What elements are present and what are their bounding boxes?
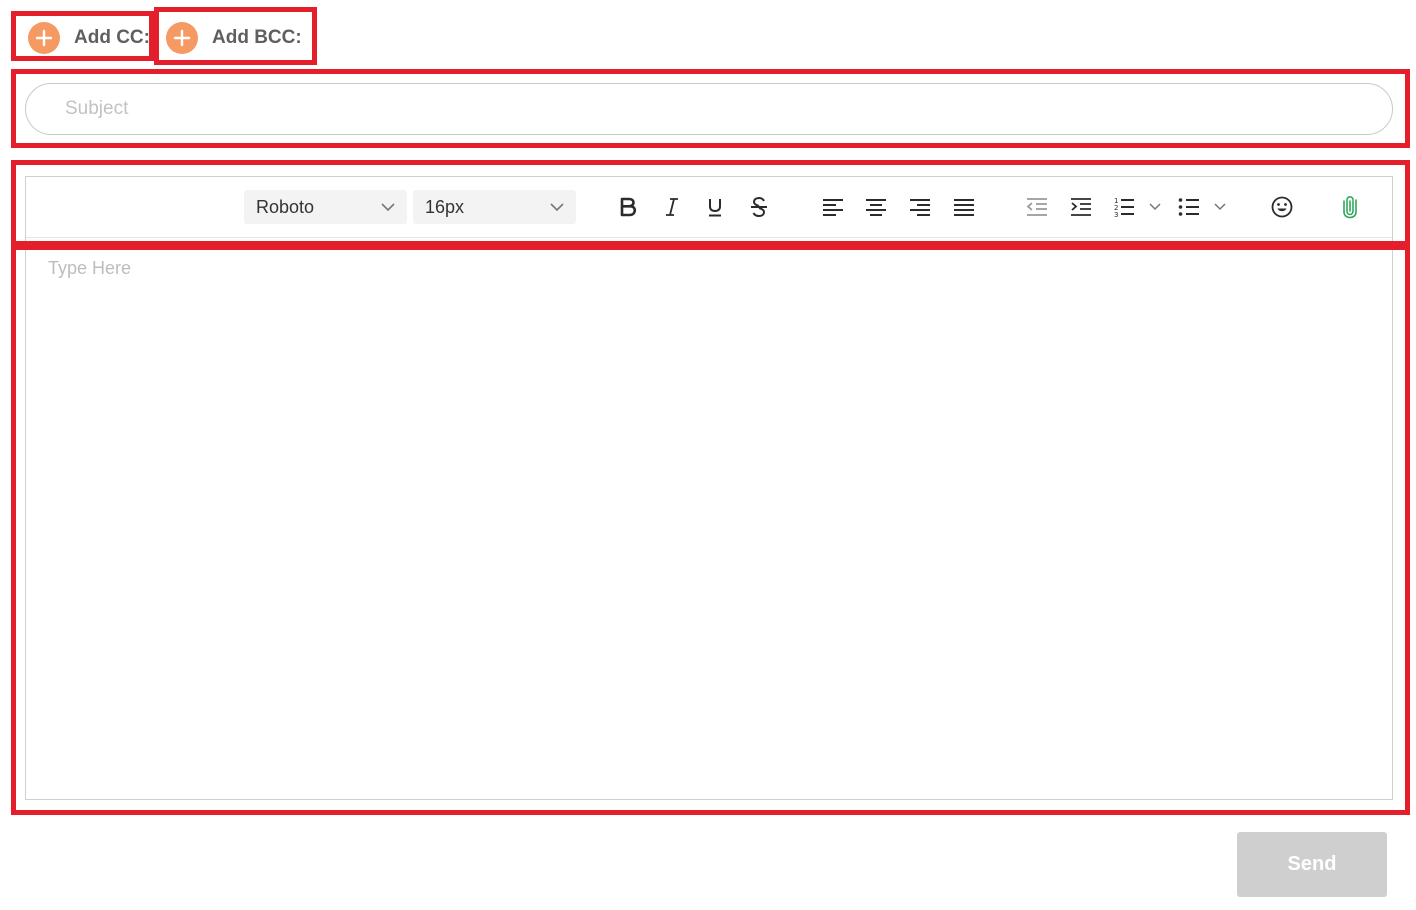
chevron-down-icon — [1214, 203, 1226, 211]
bullet-list-button[interactable] — [1174, 193, 1204, 221]
editor-placeholder: Type Here — [48, 258, 132, 278]
strikethrough-icon — [751, 196, 767, 218]
chevron-down-icon — [550, 202, 564, 211]
ordered-list-dropdown[interactable] — [1143, 193, 1167, 221]
align-center-button[interactable] — [861, 193, 891, 221]
bold-button[interactable] — [613, 193, 643, 221]
font-family-select[interactable]: Roboto — [244, 190, 407, 224]
strikethrough-button[interactable] — [744, 193, 774, 221]
bold-icon — [620, 197, 637, 217]
outdent-button[interactable] — [1022, 193, 1052, 221]
align-justify-button[interactable] — [949, 193, 979, 221]
indent-button[interactable] — [1066, 193, 1096, 221]
toolbar-divider — [26, 237, 1392, 238]
attachment-button[interactable] — [1335, 193, 1365, 221]
emoji-button[interactable] — [1267, 193, 1297, 221]
indent-icon — [1071, 198, 1091, 216]
font-family-value: Roboto — [256, 196, 315, 217]
align-left-icon — [823, 199, 843, 216]
editor-body[interactable]: Type Here — [48, 258, 131, 279]
send-button[interactable]: Send — [1237, 832, 1387, 897]
ordered-list-button[interactable]: 1 2 3 — [1109, 193, 1139, 221]
svg-text:3: 3 — [1114, 211, 1118, 218]
bullet-list-dropdown[interactable] — [1208, 193, 1232, 221]
bullet-list-icon — [1178, 198, 1199, 216]
align-right-icon — [910, 199, 930, 216]
align-left-button[interactable] — [818, 193, 848, 221]
align-justify-icon — [954, 199, 974, 216]
add-bcc-label: Add BCC: — [212, 27, 302, 48]
plus-icon — [166, 22, 198, 54]
smiley-icon — [1271, 196, 1293, 218]
editor-frame — [25, 176, 1393, 800]
add-cc-button[interactable]: Add CC: — [28, 20, 150, 56]
outdent-icon — [1026, 198, 1047, 216]
ordered-list-icon: 1 2 3 — [1114, 197, 1134, 218]
add-bcc-button[interactable]: Add BCC: — [166, 20, 302, 56]
plus-icon — [28, 22, 60, 54]
chevron-down-icon — [381, 202, 395, 211]
underline-button[interactable] — [700, 193, 730, 221]
align-center-icon — [866, 199, 886, 216]
chevron-down-icon — [1149, 203, 1161, 211]
align-right-button[interactable] — [905, 193, 935, 221]
paperclip-icon — [1343, 195, 1357, 219]
italic-icon — [666, 198, 678, 216]
add-cc-label: Add CC: — [74, 27, 150, 48]
font-size-value: 16px — [425, 196, 465, 217]
italic-button[interactable] — [657, 193, 687, 221]
font-size-select[interactable]: 16px — [413, 190, 576, 224]
underline-icon — [709, 199, 721, 217]
subject-input[interactable] — [25, 83, 1393, 135]
